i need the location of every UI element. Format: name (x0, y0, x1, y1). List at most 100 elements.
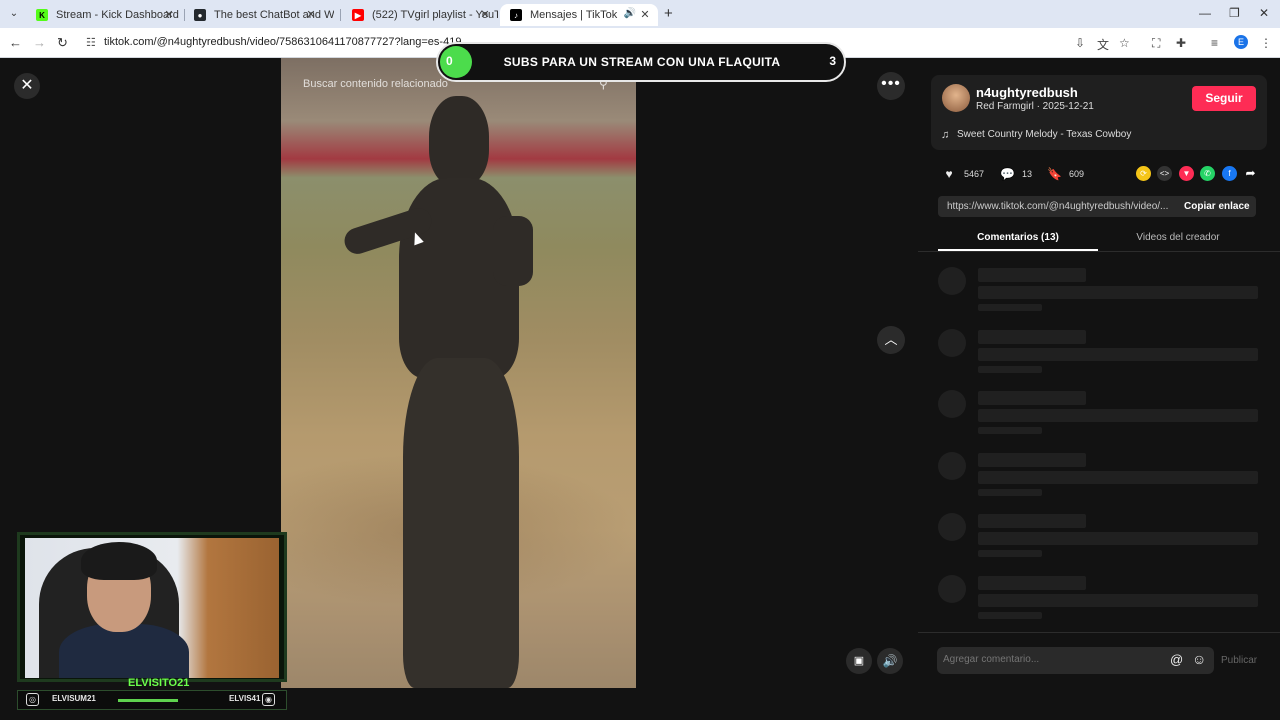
skeleton-line (978, 532, 1258, 545)
social-handle-right: ELVIS41 (229, 694, 261, 703)
sub-goal-title: SUBS PARA UN STREAM CON UNA FLAQUITA (503, 55, 781, 69)
like-heart-icon[interactable]: ♥ (942, 167, 956, 181)
volume-button[interactable]: 🔊 (877, 648, 903, 674)
close-tab-icon[interactable]: ✕ (638, 8, 652, 21)
translate-icon[interactable]: 文 (1097, 36, 1109, 53)
skeleton-avatar (938, 267, 966, 295)
tab-comments[interactable]: Comentarios (13) (938, 232, 1098, 243)
copy-link-button[interactable]: Copiar enlace (1184, 201, 1250, 212)
tab-kick-dashboard[interactable]: K Stream - Kick Dashboard ✕ (26, 4, 182, 26)
comment-count: 13 (1022, 169, 1033, 179)
related-search-input[interactable]: Buscar contenido relacionado (303, 78, 448, 90)
tab-search-icon[interactable]: ⌄ (6, 6, 22, 22)
close-tab-icon[interactable]: ✕ (304, 8, 318, 21)
browser-menu-icon[interactable]: ⋮ (1260, 36, 1272, 50)
send-to-friends-icon[interactable]: ▼ (1179, 166, 1194, 181)
skeleton-line (978, 391, 1086, 405)
skeleton-line (978, 489, 1042, 496)
media-controls-icon[interactable]: ≡ (1211, 36, 1218, 50)
skeleton-line (978, 330, 1086, 344)
skeleton-line (978, 471, 1258, 484)
browser-tab-bar: ⌄ K Stream - Kick Dashboard ✕ ● The best… (0, 0, 1280, 28)
tab-youtube-playlist[interactable]: ▶ (522) TVgirl playlist - YouTube ✕ (342, 4, 498, 26)
creator-avatar[interactable] (942, 84, 970, 112)
video-frame-shape (429, 96, 489, 186)
skeleton-avatar (938, 452, 966, 480)
tiktok-icon: ♪ (510, 9, 522, 21)
save-count: 609 (1069, 169, 1085, 179)
comment-icon[interactable]: 💬 (1000, 167, 1015, 181)
site-info-icon[interactable]: ☷ (86, 36, 96, 49)
instagram-icon: ◎ (26, 693, 39, 706)
install-app-icon[interactable]: ⇩ (1075, 36, 1085, 50)
forward-button[interactable]: → (33, 35, 46, 50)
webcam-streamer-name: ELVISITO21 (128, 677, 190, 689)
close-video-button[interactable]: ✕ (14, 73, 40, 99)
audio-playing-icon[interactable]: 🔊 (624, 8, 636, 19)
tab-title: Mensajes | TikTok (530, 9, 618, 21)
bookmark-icon[interactable]: 🔖 (1047, 167, 1062, 181)
webcam-social-bar: ◎ ELVISUM21 ELVIS41 ◉ (17, 690, 287, 710)
reload-button[interactable]: ↻ (57, 35, 68, 51)
share-link-text[interactable]: https://www.tiktok.com/@n4ughtyredbush/v… (947, 201, 1169, 212)
picture-in-picture-button[interactable]: ▣ (846, 648, 872, 674)
skeleton-line (978, 576, 1086, 590)
webcam-shape (81, 542, 157, 580)
skeleton-line (978, 550, 1042, 557)
restore-button[interactable]: ❐ (1229, 6, 1240, 20)
close-window-button[interactable]: ✕ (1259, 6, 1269, 20)
share-arrow-icon[interactable]: ➦ (1243, 166, 1258, 181)
video-player[interactable]: Buscar contenido relacionado ⚲ (281, 58, 636, 688)
divider (918, 632, 1280, 633)
music-note-icon: ♫ (941, 129, 950, 141)
profile-avatar[interactable]: E (1234, 35, 1248, 49)
video-frame-shape (403, 358, 519, 688)
kick-icon: K (36, 9, 48, 21)
publish-button[interactable]: Publicar (1221, 655, 1257, 666)
discord-icon: ◉ (262, 693, 275, 706)
close-tab-icon[interactable]: ✕ (162, 8, 176, 21)
youtube-icon: ▶ (352, 9, 364, 21)
webcam-feed (25, 538, 279, 678)
bookmark-star-icon[interactable]: ☆ (1119, 36, 1130, 50)
social-handle-left: ELVISUM21 (52, 694, 96, 703)
tab-tiktok-messages[interactable]: ♪ Mensajes | TikTok 🔊 ✕ (500, 4, 658, 26)
extensions-puzzle-icon[interactable]: ✚ (1176, 36, 1186, 50)
creator-username[interactable]: n4ughtyredbush (976, 85, 1078, 100)
skeleton-line (978, 594, 1258, 607)
skeleton-line (978, 453, 1086, 467)
video-frame-shape (493, 216, 533, 286)
facebook-icon[interactable]: f (1222, 166, 1237, 181)
whatsapp-icon[interactable]: ✆ (1200, 166, 1215, 181)
back-button[interactable]: ← (9, 35, 22, 50)
skeleton-line (978, 514, 1086, 528)
skeleton-avatar (938, 513, 966, 541)
skeleton-avatar (938, 390, 966, 418)
extension-icon[interactable]: ⛶ (1152, 36, 1160, 51)
comment-input[interactable] (943, 654, 1163, 665)
tab-creator-videos[interactable]: Videos del creador (1098, 232, 1258, 243)
mention-icon[interactable]: @ (1170, 652, 1183, 667)
skeleton-line (978, 409, 1258, 422)
skeleton-line (978, 348, 1258, 361)
accent-bar (118, 699, 178, 702)
previous-video-button[interactable]: ︿ (877, 326, 905, 354)
follow-button[interactable]: Seguir (1192, 86, 1256, 111)
skeleton-avatar (938, 329, 966, 357)
like-count: 5467 (964, 169, 985, 179)
new-tab-button[interactable]: + (664, 5, 673, 22)
url-text[interactable]: tiktok.com/@n4ughtyredbush/video/7586310… (104, 36, 461, 48)
embed-code-icon[interactable]: <> (1157, 166, 1172, 181)
more-options-button[interactable]: ••• (877, 72, 905, 100)
skeleton-line (978, 286, 1258, 299)
emoji-icon[interactable]: ☺ (1192, 651, 1206, 667)
skeleton-line (978, 304, 1042, 311)
minimize-button[interactable]: — (1199, 6, 1211, 20)
repost-icon[interactable]: ⟳ (1136, 166, 1151, 181)
skeleton-line (978, 612, 1042, 619)
close-tab-icon[interactable]: ✕ (478, 8, 492, 21)
music-title[interactable]: Sweet Country Melody - Texas Cowboy (957, 129, 1131, 140)
sub-goal-target: 3 (829, 54, 836, 68)
webcam-frame (17, 532, 287, 682)
sub-goal-banner: 0 SUBS PARA UN STREAM CON UNA FLAQUITA 3 (436, 42, 846, 82)
